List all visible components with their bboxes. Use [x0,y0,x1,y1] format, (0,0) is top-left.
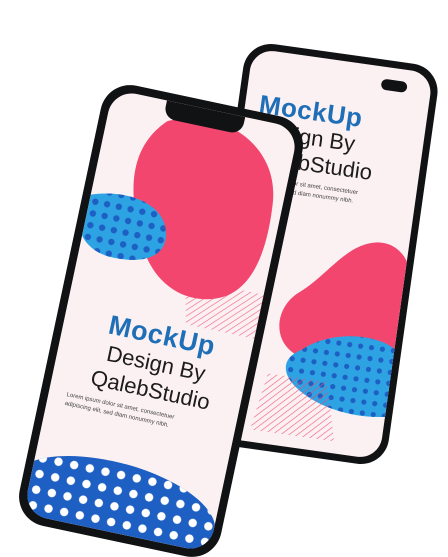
mockup-stage: MockUp Design By QalebStudio Lorem ipsum… [0,0,448,557]
white-dot-pattern-shape [22,456,215,554]
front-phone-screen: MockUp Design By QalebStudio Lorem ipsum… [22,88,300,554]
front-phone: MockUp Design By QalebStudio Lorem ipsum… [13,79,309,557]
